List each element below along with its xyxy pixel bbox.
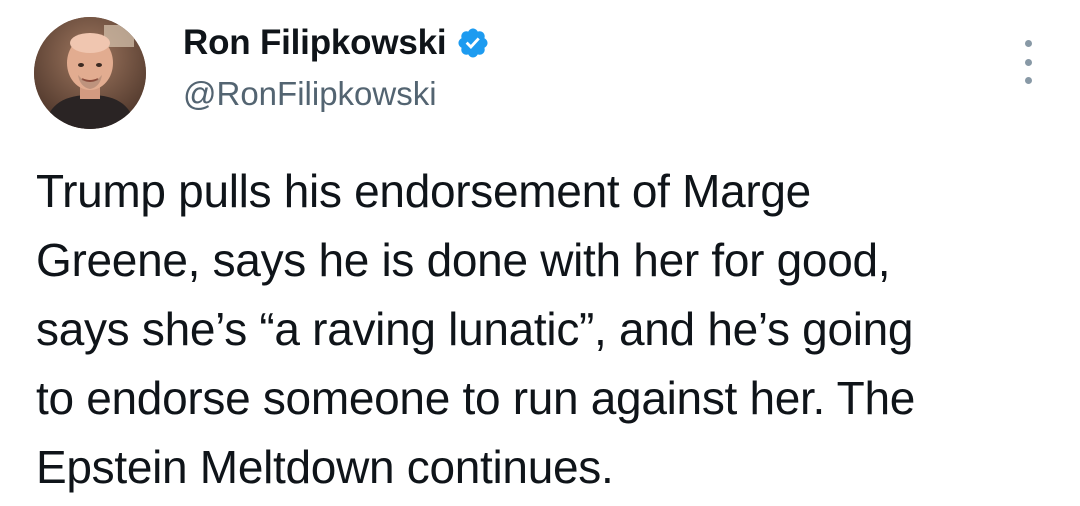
tweet-text-line: Trump pulls his endorsement of Marge: [36, 165, 811, 217]
tweet-text-line: to endorse someone to run against her. T…: [36, 372, 916, 424]
more-dot: [1024, 58, 1032, 66]
tweet-text-line: says she’s “a raving lunatic”, and he’s …: [36, 303, 914, 355]
verified-badge-icon: [456, 26, 490, 60]
more-dot: [1024, 40, 1032, 47]
tweet-text-line: Greene, says he is done with her for goo…: [36, 234, 891, 286]
author-block: Ron Filipkowski @RonFilipkowski: [183, 20, 490, 116]
tweet-card: Ron Filipkowski @RonFilipkowski Trump pu…: [0, 0, 1080, 506]
avatar[interactable]: [34, 17, 146, 129]
more-dot: [1024, 77, 1032, 84]
tweet-text: Trump pulls his endorsement of Marge Gre…: [36, 157, 1046, 502]
avatar-photo: [34, 17, 146, 129]
more-options-icon[interactable]: [1020, 40, 1036, 84]
user-handle[interactable]: @RonFilipkowski: [183, 72, 490, 116]
name-row: Ron Filipkowski: [183, 20, 490, 66]
tweet-text-line: Epstein Meltdown continues.: [36, 441, 614, 493]
display-name[interactable]: Ron Filipkowski: [183, 20, 447, 66]
